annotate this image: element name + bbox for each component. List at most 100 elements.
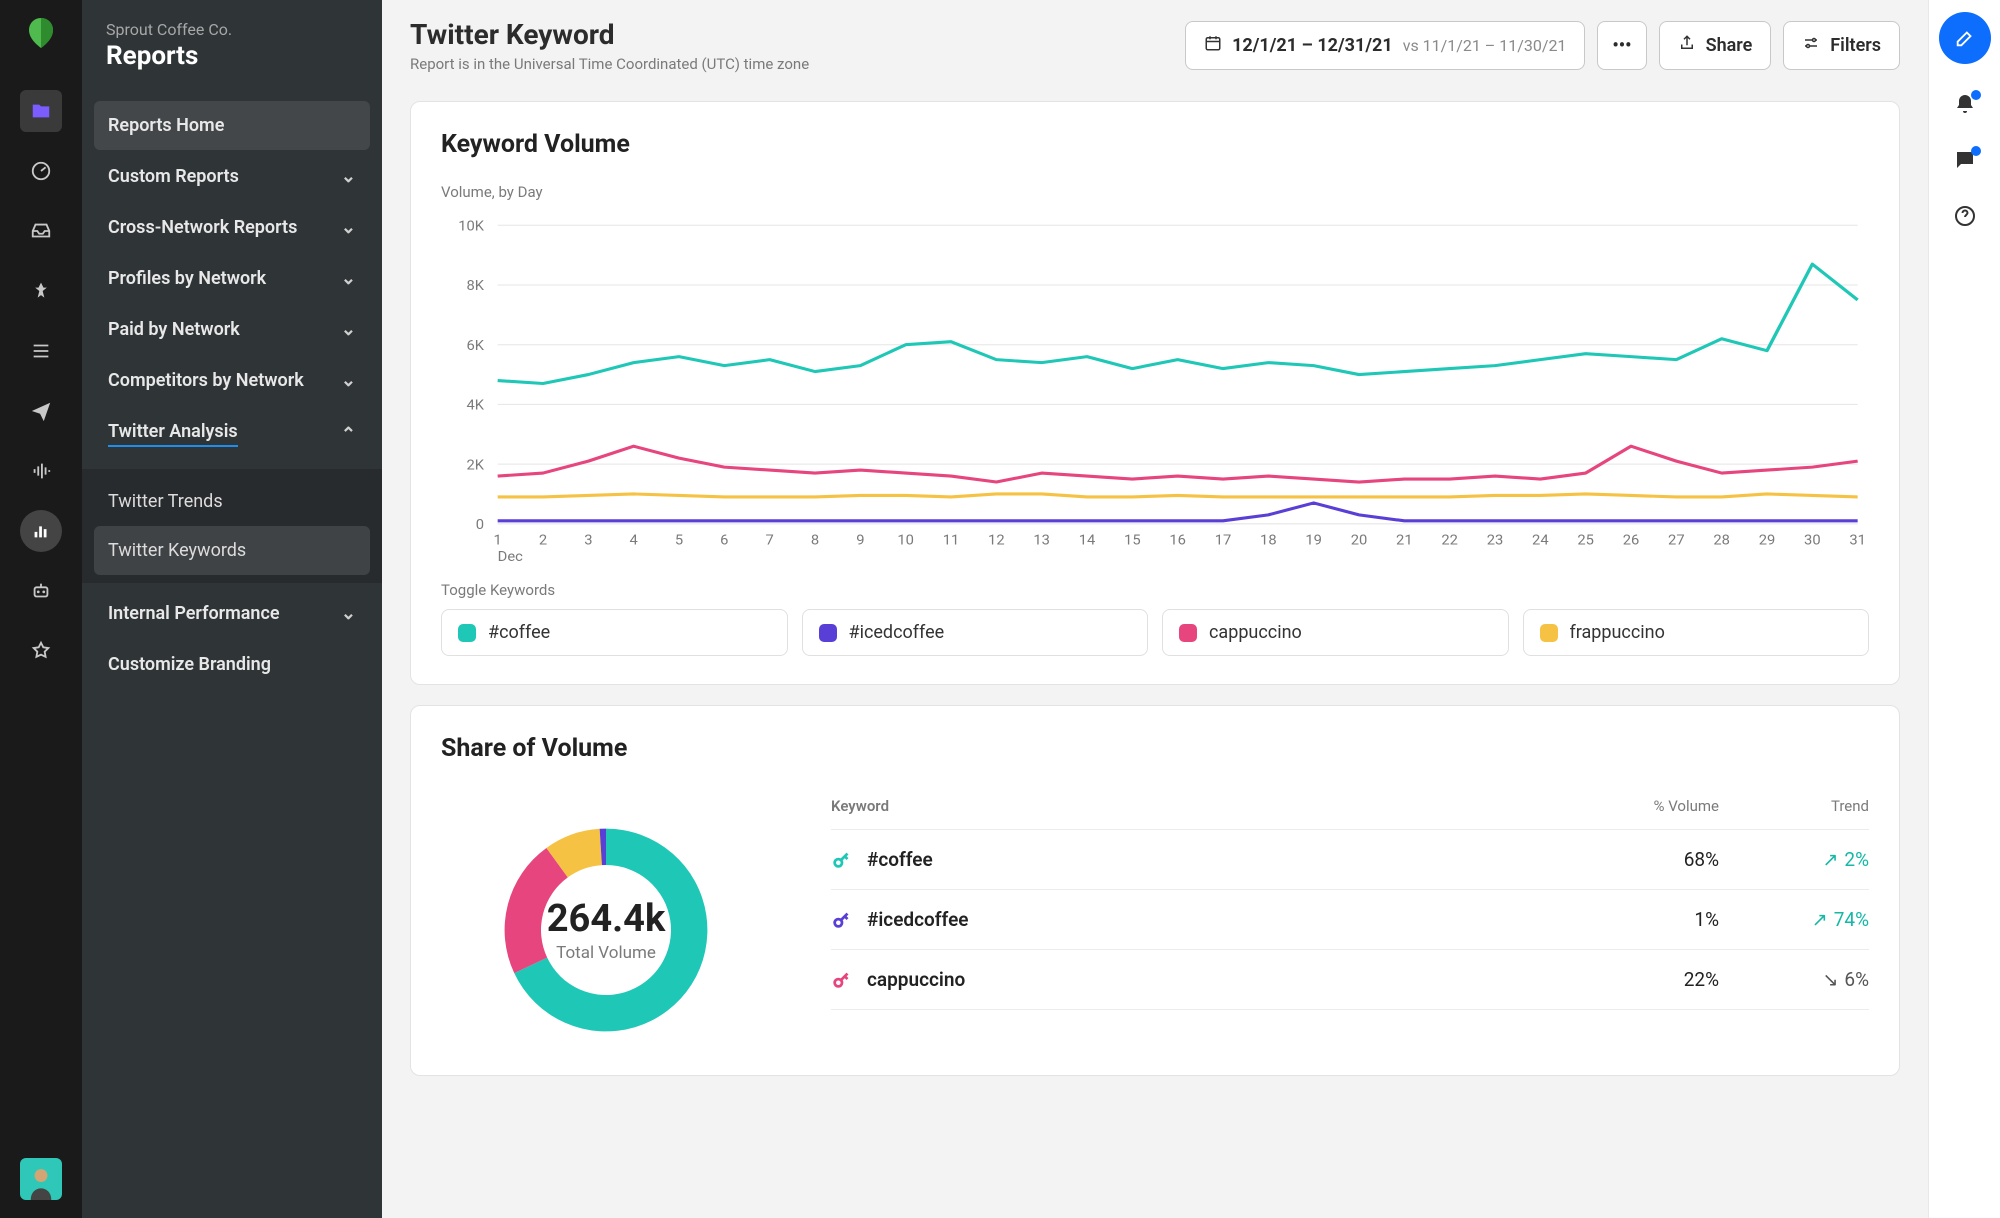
topbar: Twitter Keyword Report is in the Univers… [382,0,1928,85]
app-rail [0,0,82,1218]
nav-star-icon[interactable] [20,630,62,672]
svg-text:13: 13 [1033,533,1050,548]
sidebar-cross-network[interactable]: Cross-Network Reports ⌄ [94,203,370,252]
svg-text:4: 4 [630,533,638,548]
share-label: Share [1706,35,1753,56]
nav-folder-icon[interactable] [20,90,62,132]
sidebar-profiles-network[interactable]: Profiles by Network ⌄ [94,254,370,303]
svg-text:6K: 6K [467,338,485,353]
nav-inbox-icon[interactable] [20,210,62,252]
svg-text:5: 5 [675,533,683,548]
chevron-down-icon: ⌄ [341,319,356,340]
sidebar-competitors-network[interactable]: Competitors by Network ⌄ [94,356,370,405]
sidebar-paid-network[interactable]: Paid by Network ⌄ [94,305,370,354]
nav-audio-icon[interactable] [20,450,62,492]
sidebar-item-label: Competitors by Network [108,370,304,391]
legend-label: #icedcoffee [849,622,945,643]
sidebar-twitter-analysis[interactable]: Twitter Analysis ⌃ [94,407,370,461]
svg-text:Dec: Dec [498,549,523,564]
notification-dot [1971,90,1981,100]
feedback-icon[interactable] [1953,148,1977,176]
nav-pin-icon[interactable] [20,270,62,312]
table-row: #icedcoffee1%↗ 74% [831,890,1869,950]
svg-text:22: 22 [1441,533,1458,548]
chevron-down-icon: ⌄ [341,603,356,624]
sprout-logo-icon [20,12,62,54]
svg-text:8: 8 [811,533,819,548]
sidebar-reports-home[interactable]: Reports Home [94,101,370,150]
col-header-trend: Trend [1719,797,1869,815]
chevron-down-icon: ⌄ [341,268,356,289]
sidebar-customize-branding[interactable]: Customize Branding [94,640,370,689]
donut-chart: 264.4k Total Volume [441,787,771,1047]
svg-text:4K: 4K [467,398,485,413]
sidebar-custom-reports[interactable]: Custom Reports ⌄ [94,152,370,201]
svg-text:7: 7 [766,533,774,548]
svg-text:2K: 2K [467,458,485,473]
sidebar-internal-performance[interactable]: Internal Performance ⌄ [94,589,370,638]
svg-text:3: 3 [584,533,592,548]
sliders-icon [1802,34,1820,57]
trend-value: ↘ 6% [1719,968,1869,991]
share-of-volume-card: Share of Volume 264.4k Total Volume Keyw… [410,705,1900,1076]
legend-toggle-2[interactable]: cappuccino [1162,609,1509,656]
chevron-down-icon: ⌄ [341,370,356,391]
nav-reports-icon[interactable] [20,510,62,552]
nav-send-icon[interactable] [20,390,62,432]
sidebar-item-label: Internal Performance [108,603,280,624]
svg-text:8K: 8K [467,279,485,294]
keyword-name: cappuccino [867,968,965,991]
svg-text:10K: 10K [458,219,484,234]
svg-text:10: 10 [897,533,914,548]
nav-bot-icon[interactable] [20,570,62,612]
share-icon [1678,34,1696,57]
keyword-name: #icedcoffee [867,908,969,931]
svg-text:19: 19 [1305,533,1322,548]
compose-button[interactable] [1939,12,1991,64]
user-avatar[interactable] [20,1158,62,1200]
volume-percent: 1% [1559,908,1719,931]
card-title: Share of Volume [441,734,1869,763]
sidebar-item-label: Custom Reports [108,166,239,187]
date-range-picker[interactable]: 12/1/21 – 12/31/21 vs 11/1/21 – 11/30/21 [1185,21,1585,70]
sidebar-item-label: Reports Home [108,115,224,136]
sidebar-item-label: Twitter Analysis [108,421,238,447]
svg-text:25: 25 [1577,533,1594,548]
svg-text:12: 12 [988,533,1005,548]
nav-dashboard-icon[interactable] [20,150,62,192]
volume-percent: 68% [1559,848,1719,871]
key-icon [831,849,853,871]
sidebar-item-label: Paid by Network [108,319,240,340]
sidebar-item-label: Profiles by Network [108,268,266,289]
date-range-value: 12/1/21 – 12/31/21 [1232,35,1393,56]
more-button[interactable]: ••• [1597,21,1646,70]
date-compare-value: vs 11/1/21 – 11/30/21 [1403,36,1567,55]
trend-arrow-icon: ↘ [1822,968,1838,991]
svg-text:23: 23 [1487,533,1504,548]
sidebar-sub-twitter-trends[interactable]: Twitter Trends [94,477,370,526]
legend-toggle-3[interactable]: frappuccino [1523,609,1870,656]
page-title: Twitter Keyword [410,18,1185,51]
chart-subtitle: Volume, by Day [441,183,1869,201]
key-icon [831,909,853,931]
timezone-note: Report is in the Universal Time Coordina… [410,55,1185,73]
svg-text:27: 27 [1668,533,1685,548]
notifications-icon[interactable] [1953,92,1977,120]
sidebar-sub-twitter-keywords[interactable]: Twitter Keywords [94,526,370,575]
color-swatch [1540,624,1558,642]
svg-text:28: 28 [1713,533,1730,548]
svg-text:11: 11 [943,533,960,548]
help-icon[interactable] [1953,204,1977,232]
col-header-keyword: Keyword [831,797,1559,815]
svg-text:20: 20 [1351,533,1368,548]
filters-button[interactable]: Filters [1783,21,1900,70]
main-content: Twitter Keyword Report is in the Univers… [382,0,1928,1218]
legend-toggle-0[interactable]: #coffee [441,609,788,656]
svg-text:30: 30 [1804,533,1821,548]
svg-text:14: 14 [1079,533,1096,548]
org-name: Sprout Coffee Co. [106,20,358,39]
nav-list-icon[interactable] [20,330,62,372]
ellipsis-icon: ••• [1612,35,1631,56]
share-button[interactable]: Share [1659,21,1772,70]
legend-toggle-1[interactable]: #icedcoffee [802,609,1149,656]
